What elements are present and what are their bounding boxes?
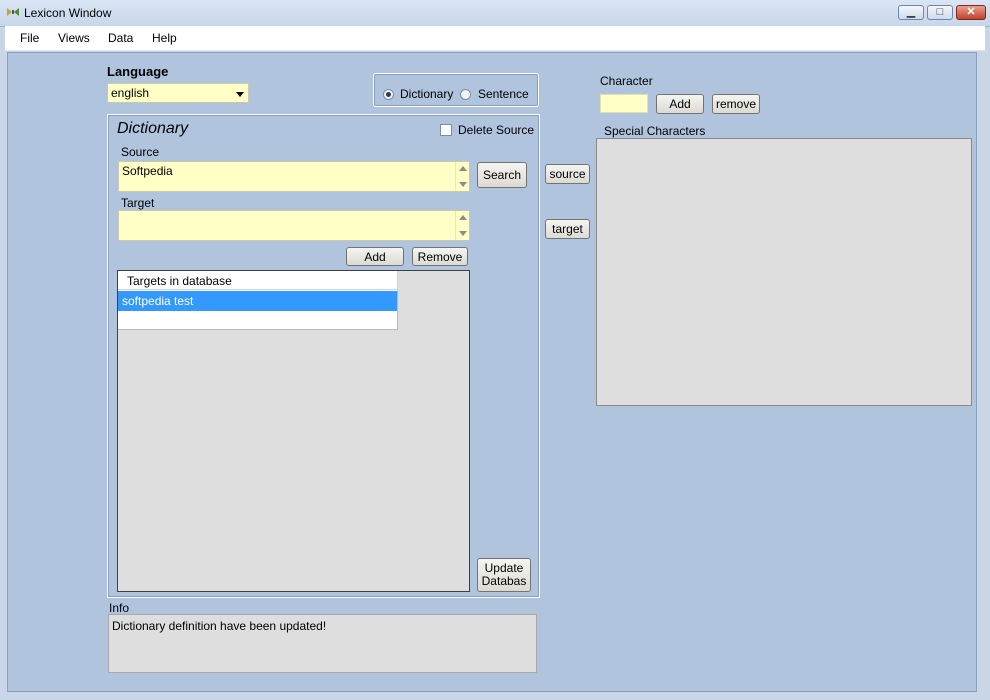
- menu-views[interactable]: Views: [58, 31, 90, 45]
- scroll-down-icon: [459, 231, 467, 236]
- info-text: Dictionary definition have been updated!: [112, 619, 327, 633]
- delete-source-label[interactable]: Delete Source: [458, 123, 534, 137]
- list-item-text: softpedia test: [122, 294, 194, 308]
- close-button[interactable]: ✕: [956, 5, 986, 20]
- title-bar: Lexicon Window ▁ □ ✕: [0, 0, 990, 27]
- target-input[interactable]: [118, 210, 470, 241]
- targets-header[interactable]: Targets in database: [118, 271, 398, 290]
- scroll-down-icon: [459, 182, 467, 187]
- target-button[interactable]: target: [545, 219, 590, 239]
- dictionary-radio-label[interactable]: Dictionary: [400, 87, 453, 101]
- maximize-icon: □: [936, 6, 944, 18]
- minimize-button[interactable]: ▁: [898, 5, 924, 20]
- source-input-value: Softpedia: [122, 164, 173, 178]
- menu-help[interactable]: Help: [152, 31, 177, 45]
- client-area: Language english Dictionary Sentence Dic…: [7, 52, 977, 692]
- chevron-down-icon: [236, 92, 244, 97]
- list-item[interactable]: softpedia test: [118, 291, 397, 311]
- update-database-button[interactable]: Update Databas: [477, 558, 531, 592]
- maximize-button[interactable]: □: [927, 5, 953, 20]
- target-scrollbar[interactable]: [455, 211, 469, 240]
- scroll-up-icon: [459, 215, 467, 220]
- character-label: Character: [600, 74, 653, 88]
- info-textbox[interactable]: Dictionary definition have been updated!: [108, 614, 537, 673]
- dictionary-panel: Dictionary Delete Source Source Softpedi…: [107, 114, 540, 598]
- source-scrollbar[interactable]: [455, 162, 469, 191]
- sentence-radio[interactable]: [460, 89, 471, 100]
- add-character-button[interactable]: Add: [656, 94, 704, 114]
- app-icon: [6, 6, 20, 18]
- special-characters-box[interactable]: [596, 138, 972, 406]
- targets-list-body: softpedia test: [118, 290, 398, 330]
- minimize-icon: ▁: [906, 6, 916, 18]
- remove-target-button[interactable]: Remove: [412, 247, 468, 266]
- special-characters-label: Special Characters: [604, 124, 706, 138]
- source-label: Source: [121, 145, 160, 159]
- dictionary-title: Dictionary: [117, 120, 189, 137]
- mode-radio-group: Dictionary Sentence: [373, 73, 539, 107]
- language-select[interactable]: english: [107, 83, 249, 103]
- target-label: Target: [121, 196, 155, 210]
- character-input[interactable]: [600, 94, 648, 113]
- sentence-radio-label[interactable]: Sentence: [478, 87, 529, 101]
- scroll-up-icon: [459, 166, 467, 171]
- menu-bar: File Views Data Help: [5, 26, 985, 51]
- info-label: Info: [109, 601, 130, 615]
- search-button[interactable]: Search: [477, 162, 527, 188]
- menu-file[interactable]: File: [20, 31, 39, 45]
- menu-data[interactable]: Data: [108, 31, 133, 45]
- window-title: Lexicon Window: [24, 6, 112, 20]
- dictionary-radio[interactable]: [383, 89, 394, 100]
- source-button[interactable]: source: [545, 164, 590, 184]
- language-label: Language: [107, 64, 169, 79]
- update-database-label-line2: Databas: [481, 574, 527, 588]
- language-selected-value: english: [111, 86, 150, 100]
- close-icon: ✕: [966, 6, 976, 18]
- delete-source-checkbox[interactable]: [440, 124, 452, 136]
- targets-header-label: Targets in database: [127, 274, 232, 288]
- source-input[interactable]: Softpedia: [118, 161, 470, 192]
- targets-listview[interactable]: Targets in database softpedia test: [117, 270, 470, 592]
- remove-character-button[interactable]: remove: [712, 94, 760, 114]
- add-target-button[interactable]: Add: [346, 247, 404, 266]
